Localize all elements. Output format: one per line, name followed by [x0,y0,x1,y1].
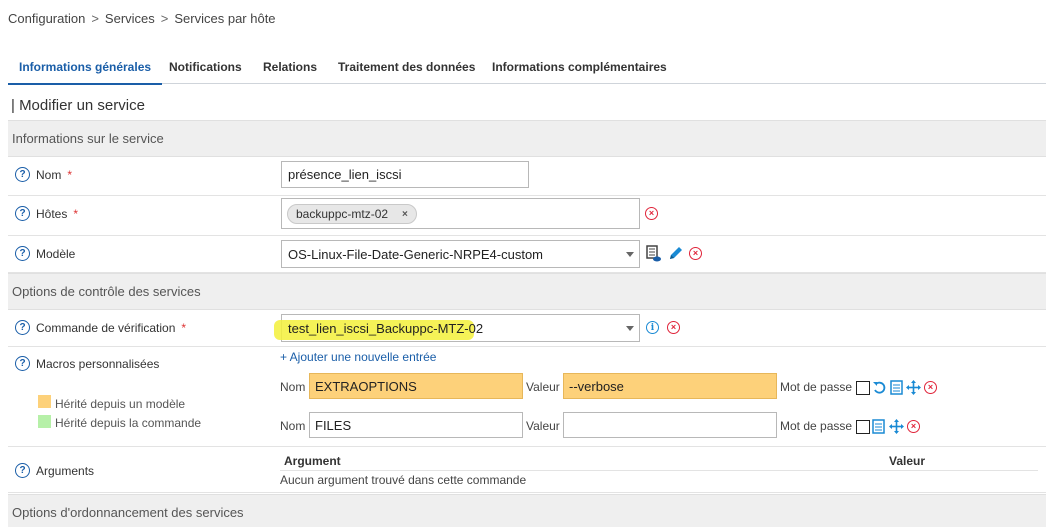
macro-name-input[interactable]: FILES [309,412,523,438]
move-icon[interactable] [889,419,904,434]
required-marker: * [181,320,187,335]
legend-command-text: Hérité depuis la commande [55,416,202,430]
macro-value-input[interactable]: --verbose [563,373,777,399]
arguments-empty-text: Aucun argument trouvé dans cette command… [280,473,527,487]
macro-name-input[interactable]: EXTRAOPTIONS [309,373,523,399]
check-command-select[interactable]: test_lien_iscsi_Backuppc-MTZ-02 [274,314,640,342]
macro-value-label: Valeur [526,419,560,433]
tab-bar: Informations générales Notifications Rel… [8,52,1046,85]
legend-template-text: Hérité depuis un modèle [55,397,186,411]
hosts-label-text: Hôtes [36,206,68,221]
breadcrumb: Configuration > Services > Services par … [8,11,276,26]
host-chip-label: backuppc-mtz-02 [296,207,389,221]
macro-password-label: Mot de passe [780,380,853,394]
arguments-label: ? Arguments [15,463,94,478]
revert-icon[interactable] [872,380,887,395]
breadcrumb-configuration[interactable]: Configuration [8,11,85,26]
section-scheduling: Options d'ordonnancement des services [8,494,1046,527]
legend-command-swatch [38,415,51,428]
row-name: ? Nom * présence_lien_iscsi [8,157,1046,196]
value-column-header: Valeur [889,454,926,468]
hosts-label: ? Hôtes * [15,206,78,221]
macro-name-label: Nom [280,380,306,394]
check-command-label-text: Commande de vérification [36,320,176,335]
macros-label-text: Macros personnalisées [36,356,160,371]
help-icon[interactable]: ? [15,463,30,478]
row-hosts: ? Hôtes * backuppc-mtz-02 × × [8,196,1046,236]
check-command-value: test_lien_iscsi_Backuppc-MTZ-02 [288,320,484,336]
info-icon[interactable]: i [646,321,659,334]
pencil-icon[interactable] [668,246,683,261]
host-chip: backuppc-mtz-02 × [287,204,417,224]
check-command-label: ? Commande de vérification * [15,320,186,335]
macros-label: ? Macros personnalisées [15,356,159,371]
clear-template-icon[interactable]: × [689,247,702,260]
macro-password-label: Mot de passe [780,419,853,433]
row-template: ? Modèle OS-Linux-File-Date-Generic-NRPE… [8,236,1046,273]
tab-traitement-donnees[interactable]: Traitement des données [338,60,475,83]
macro-name-label: Nom [280,419,306,433]
template-label-text: Modèle [36,246,76,261]
divider [280,470,1038,471]
name-label: ? Nom * [15,167,72,182]
remove-macro-icon[interactable]: × [924,381,937,394]
template-value: OS-Linux-File-Date-Generic-NRPE4-custom [288,246,544,262]
form-title: | Modifier un service [11,97,145,114]
arguments-label-text: Arguments [36,463,95,478]
help-icon[interactable]: ? [15,320,30,335]
help-icon[interactable]: ? [15,246,30,261]
password-checkbox[interactable] [856,420,870,434]
section-service-info: Informations sur le service [8,120,1046,157]
help-icon[interactable]: ? [15,206,30,221]
clear-command-icon[interactable]: × [667,321,680,334]
tab-relations[interactable]: Relations [263,60,317,83]
add-macro-link[interactable]: + Ajouter une nouvelle entrée [280,350,436,364]
legend-template-swatch [38,395,51,408]
name-label-text: Nom [36,167,62,182]
breadcrumb-separator: > [91,11,99,26]
tab-informations-complementaires[interactable]: Informations complémentaires [492,60,667,83]
password-checkbox[interactable] [856,381,870,395]
tab-informations-generales[interactable]: Informations générales [8,60,163,85]
breadcrumb-separator: > [160,11,169,26]
macro-value-input[interactable] [563,412,777,438]
template-select[interactable]: OS-Linux-File-Date-Generic-NRPE4-custom [281,240,640,268]
breadcrumb-services-par-hote[interactable]: Services par hôte [174,11,275,26]
remove-macro-icon[interactable]: × [907,420,920,433]
chip-remove-icon[interactable]: × [402,209,408,220]
description-icon[interactable] [890,380,903,395]
name-input[interactable]: présence_lien_iscsi [281,161,529,188]
row-macros: ? Macros personnalisées Hérité depuis un… [8,347,1046,447]
help-icon[interactable]: ? [15,167,30,182]
description-icon[interactable] [872,419,885,434]
breadcrumb-services[interactable]: Services [105,11,155,26]
help-icon[interactable]: ? [15,356,30,371]
hosts-select[interactable]: backuppc-mtz-02 × [281,198,640,229]
row-check-command: ? Commande de vérification * test_lien_is… [8,310,1046,347]
required-marker: * [67,167,73,182]
section-control-options: Options de contrôle des services [8,273,1046,310]
argument-column-header: Argument [284,454,341,468]
chevron-down-icon [626,326,634,331]
tab-notifications[interactable]: Notifications [169,60,242,83]
template-label: ? Modèle [15,246,75,261]
template-details-icon[interactable] [646,245,662,263]
clear-hosts-icon[interactable]: × [645,207,658,220]
required-marker: * [73,206,79,221]
macro-value-label: Valeur [526,380,560,394]
row-arguments: ? Arguments Argument Valeur Aucun argume… [8,447,1046,493]
chevron-down-icon [626,252,634,257]
move-icon[interactable] [906,380,921,395]
